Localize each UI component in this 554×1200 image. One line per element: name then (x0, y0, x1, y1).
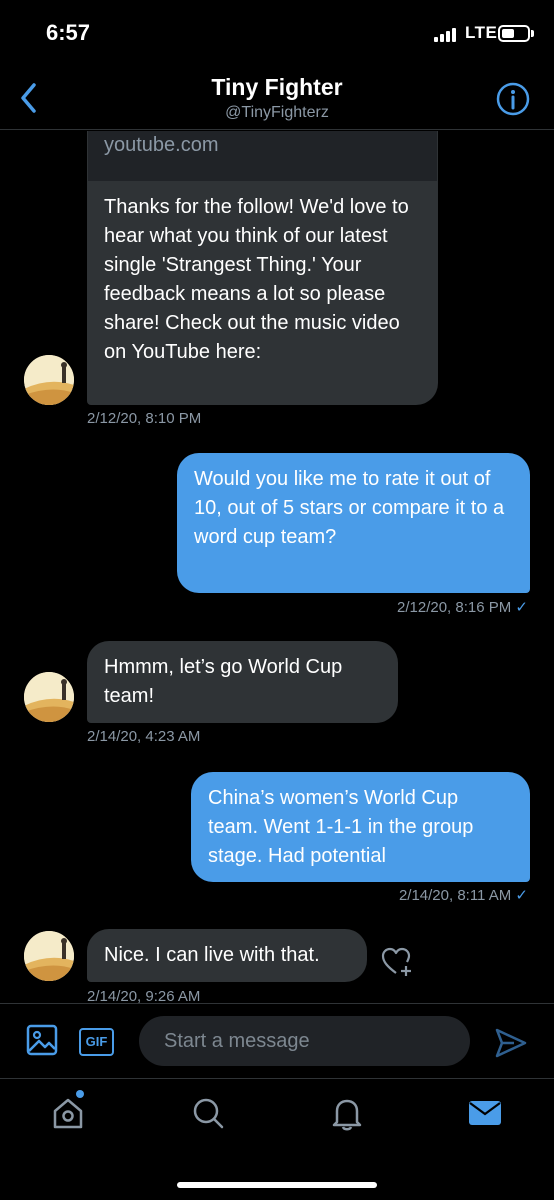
send-button[interactable] (494, 1026, 528, 1060)
tab-messages[interactable] (465, 1093, 505, 1133)
home-indicator[interactable] (177, 1182, 377, 1188)
avatar[interactable] (24, 355, 74, 405)
gif-button[interactable]: GIF (79, 1028, 114, 1056)
avatar-image (24, 672, 74, 722)
check-icon: ✓ (515, 599, 528, 616)
notification-dot (76, 1090, 84, 1098)
info-button[interactable] (496, 82, 530, 116)
avatar-image (24, 931, 74, 981)
battery-cap (531, 30, 534, 37)
link-domain: youtube.com (104, 134, 219, 156)
home-icon (53, 1098, 83, 1129)
tab-home[interactable] (48, 1093, 88, 1133)
avatar-image (24, 355, 74, 405)
conversation-handle[interactable]: @TinyFighterz (0, 104, 554, 122)
message-bubble-outgoing[interactable]: Would you like me to rate it out of 10, … (177, 453, 530, 593)
timestamp-text: 2/12/20, 8:16 PM (397, 599, 512, 616)
avatar[interactable] (24, 931, 74, 981)
message-timestamp: 2/14/20, 9:26 AM (87, 988, 201, 1003)
signal-icon (434, 28, 458, 42)
composer: GIF Start a message (0, 1003, 554, 1078)
avatar[interactable] (24, 672, 74, 722)
message-bubble-incoming[interactable]: Thanks for the follow! We'd love to hear… (87, 181, 438, 405)
status-bar: 6:57 LTE (0, 0, 554, 66)
messages-icon (469, 1101, 501, 1125)
battery-icon (498, 25, 530, 42)
message-bubble-outgoing[interactable]: China’s women’s World Cup team. Went 1-1… (191, 772, 530, 882)
search-icon (193, 1098, 224, 1129)
check-icon: ✓ (515, 887, 528, 904)
info-icon (496, 82, 530, 116)
tab-notifications[interactable] (327, 1093, 367, 1133)
timestamp-text: 2/14/20, 8:11 AM (398, 887, 512, 904)
tab-search[interactable] (188, 1093, 228, 1133)
conversation-header: Tiny Fighter @TinyFighterz (0, 66, 554, 130)
message-timestamp: 2/14/20, 4:23 AM (87, 728, 201, 745)
react-button[interactable] (380, 945, 414, 979)
message-timestamp: 2/14/20, 8:11 AM ✓ (399, 886, 528, 904)
media-button[interactable] (26, 1024, 58, 1056)
heart-plus-icon (381, 947, 411, 976)
network-type: LTE (465, 23, 498, 42)
message-bubble-incoming[interactable]: Hmmm, let’s go World Cup team! (87, 641, 398, 723)
image-icon (26, 1024, 58, 1056)
message-thread[interactable]: youtube.com Thanks for the follow! We'd … (0, 131, 554, 1003)
notifications-icon (332, 1099, 362, 1131)
send-icon (495, 1028, 527, 1058)
message-timestamp: 2/12/20, 8:10 PM (87, 410, 202, 427)
message-input[interactable]: Start a message (139, 1016, 470, 1066)
message-timestamp: 2/12/20, 8:16 PM ✓ (397, 598, 528, 616)
status-time: 6:57 (46, 20, 91, 45)
conversation-title[interactable]: Tiny Fighter (0, 74, 554, 101)
message-bubble-incoming[interactable]: Nice. I can live with that. (87, 929, 367, 982)
